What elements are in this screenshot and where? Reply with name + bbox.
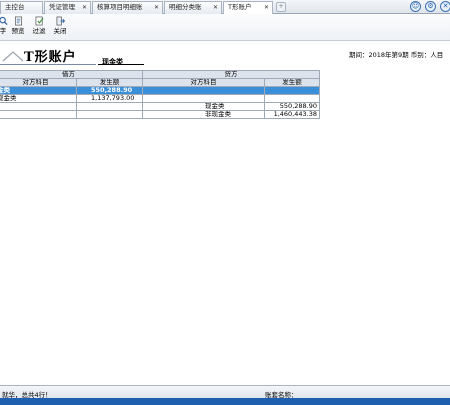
preview-icon [14,16,22,26]
column-header[interactable]: 对方科目 [0,78,77,87]
close-window-icon[interactable]: ✕ [440,1,450,12]
tab-t-account[interactable]: T形账户 ✕ [223,1,273,15]
close-icon[interactable]: ✕ [154,2,159,13]
table-cell: 1,460,443.38 [264,110,320,119]
table-cell: 非现金类 [142,110,265,119]
table-cell: 1,137,793.00 [76,94,143,103]
tab-bar: 主控台 凭证管理 ✕ 核算项目明细账 ✕ 明细分类账 ✕ T形账户 ✕ + ☺ … [0,0,450,15]
account-subject: 现金类 [102,58,123,66]
period-currency-info: 期间：2018年第9期 币别：人目 [349,51,444,59]
table-cell [76,102,143,111]
table-cell: 现金类 [0,94,77,103]
credit-header: 贷方 [142,70,320,79]
preview-button[interactable]: 预览 [9,16,27,40]
print-preview-icon [0,16,8,26]
table-cell: 金类 [0,86,77,95]
toolbar: 字 预览 过滤 关闭 [0,14,450,41]
tab-label: 核算项目明细账 [97,3,143,11]
table-row[interactable]: 非现金类 1,460,443.38 [0,110,320,119]
table-cell: 现金类 [142,102,265,111]
table-cell [264,86,320,95]
tab-label: 主控台 [5,3,25,11]
table-row[interactable]: 现金类 550,288.90 [0,102,320,111]
close-icon[interactable]: ✕ [264,2,269,13]
close-label: 关闭 [53,27,67,35]
tab-voucher-management[interactable]: 凭证管理 ✕ [44,1,91,14]
tab-detail-ledger[interactable]: 明细分类账 ✕ [164,1,222,14]
close-button[interactable]: 关闭 [51,16,69,40]
table-cell [76,110,143,119]
close-icon[interactable]: ✕ [82,2,87,13]
tab-label: T形账户 [228,3,252,11]
column-header[interactable]: 发生额 [76,78,143,87]
new-tab-icon[interactable]: + [276,2,286,12]
help-icon[interactable]: ☺ [410,1,421,12]
table-cell [142,94,265,103]
table-row[interactable]: 金类 550,288.90 [0,86,320,95]
close-door-icon [56,16,65,26]
table-group-header: 借方 贷方 [0,70,320,79]
filter-icon [35,16,44,26]
report-logo-icon [2,51,24,62]
table-cell [264,94,320,103]
table-cell [142,86,265,95]
filter-button[interactable]: 过滤 [30,16,48,40]
title-divider [0,64,96,65]
table-cell [0,110,77,119]
tab-item-detail-ledger[interactable]: 核算项目明细账 ✕ [92,1,163,14]
taskbar-strip [0,398,450,405]
t-account-table: 借方 贷方 对方科目 发生额 对方科目 发生额 金类 550,288.90 现金… [0,70,320,119]
table-column-header: 对方科目 发生额 对方科目 发生额 [0,78,320,87]
tab-label: 凭证管理 [49,3,75,11]
table-cell: 550,288.90 [264,102,320,111]
status-bar: 就华，总共4行！ 账套名称： [0,385,450,399]
page-title: T形账户 [24,50,77,65]
table-cell: 550,288.90 [76,86,143,95]
settings-icon[interactable]: ⚙ [425,1,436,12]
table-cell [0,102,77,111]
tab-main-console[interactable]: 主控台 [0,1,43,14]
subject-underline [98,64,144,65]
preview-label: 预览 [11,27,25,35]
column-header[interactable]: 对方科目 [142,78,265,87]
debit-header: 借方 [0,70,143,79]
close-icon[interactable]: ✕ [213,2,218,13]
column-header[interactable]: 发生额 [264,78,320,87]
tab-label: 明细分类账 [169,3,202,11]
filter-label: 过滤 [32,27,46,35]
table-row[interactable]: 现金类 1,137,793.00 [0,94,320,103]
